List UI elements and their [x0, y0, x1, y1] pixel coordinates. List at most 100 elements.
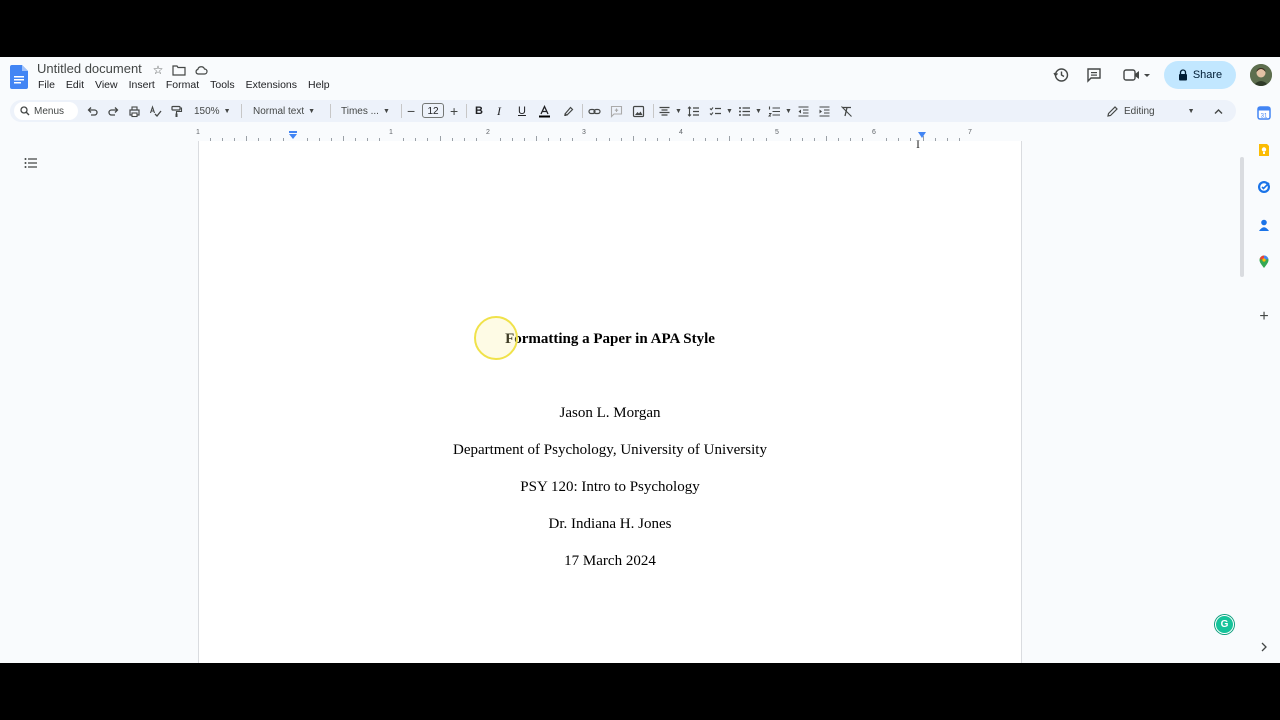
mouse-cursor-highlight: [474, 316, 518, 360]
bulleted-list-icon: [739, 106, 750, 116]
document-heading[interactable]: Formatting a Paper in APA Style: [199, 331, 1021, 348]
line-spacing-button[interactable]: [687, 103, 700, 119]
affiliation-line[interactable]: Department of Psychology, University of …: [199, 442, 1021, 459]
menu-help[interactable]: Help: [308, 79, 330, 91]
menu-tools[interactable]: Tools: [210, 79, 235, 91]
menu-extensions[interactable]: Extensions: [246, 79, 297, 91]
keep-icon[interactable]: [1257, 143, 1271, 157]
toolbar-divider: [241, 104, 242, 118]
cloud-saved-icon[interactable]: [194, 63, 208, 77]
horizontal-ruler[interactable]: 1 1 2 3 4 5 6 7: [196, 129, 1020, 141]
toolbar-divider: [582, 104, 583, 118]
align-caret-icon: ▼: [675, 107, 682, 115]
ruler-number: 6: [872, 129, 876, 136]
line-spacing-icon: [687, 105, 699, 117]
avatar-photo-icon: [1250, 64, 1272, 86]
text-color-icon: [539, 104, 550, 117]
meet-video-icon[interactable]: [1122, 66, 1152, 84]
editing-mode-select[interactable]: Editing ▼: [1106, 103, 1195, 119]
increase-indent-icon: [819, 105, 830, 117]
print-button[interactable]: [128, 103, 141, 119]
print-icon: [129, 105, 140, 117]
grammarly-icon[interactable]: G: [1215, 615, 1234, 634]
toolbar-divider: [653, 104, 654, 118]
google-docs-logo-icon[interactable]: [10, 65, 28, 89]
calendar-icon[interactable]: 31: [1257, 106, 1271, 120]
text-color-button[interactable]: [538, 103, 551, 119]
spellcheck-icon: [149, 104, 162, 117]
bulleted-list-caret-icon: ▼: [755, 107, 762, 115]
increase-indent-button[interactable]: [818, 103, 831, 119]
version-history-icon[interactable]: [1052, 66, 1070, 84]
tasks-icon[interactable]: [1257, 180, 1271, 194]
font-value: Times ...: [341, 105, 379, 117]
italic-button[interactable]: I: [497, 103, 501, 119]
numbered-list-button[interactable]: ▼: [768, 103, 792, 119]
increase-font-size-button[interactable]: +: [450, 103, 458, 119]
menu-edit[interactable]: Edit: [66, 79, 84, 91]
zoom-select[interactable]: 150% ▼: [194, 103, 231, 119]
share-button[interactable]: Share: [1164, 61, 1236, 89]
document-outline-icon[interactable]: [24, 156, 38, 170]
insert-link-button[interactable]: [588, 103, 601, 119]
menu-bar: File Edit View Insert Format Tools Exten…: [38, 79, 341, 91]
maps-icon[interactable]: [1257, 255, 1271, 269]
paint-format-button[interactable]: [170, 103, 183, 119]
add-addon-icon[interactable]: +: [1257, 309, 1271, 325]
bulleted-list-button[interactable]: ▼: [738, 103, 762, 119]
instructor-line[interactable]: Dr. Indiana H. Jones: [199, 516, 1021, 533]
style-select[interactable]: Normal text ▼: [253, 103, 315, 119]
decrease-indent-button[interactable]: [797, 103, 810, 119]
clear-formatting-button[interactable]: [840, 103, 853, 119]
decrease-font-size-button[interactable]: −: [407, 103, 415, 119]
numbered-list-icon: [768, 106, 780, 116]
undo-button[interactable]: [86, 103, 99, 119]
comments-icon[interactable]: [1085, 66, 1103, 84]
course-line[interactable]: PSY 120: Intro to Psychology: [199, 479, 1021, 496]
document-page[interactable]: Formatting a Paper in APA Style Jason L.…: [198, 141, 1022, 663]
ruler-number: 3: [582, 129, 586, 136]
hide-menus-button[interactable]: [1212, 103, 1225, 119]
underline-button[interactable]: U: [518, 103, 526, 119]
menu-view[interactable]: View: [95, 79, 118, 91]
paint-format-icon: [171, 105, 183, 117]
star-icon[interactable]: ☆: [151, 63, 165, 77]
spellcheck-button[interactable]: [149, 103, 162, 119]
text-cursor-icon: I: [916, 137, 920, 151]
insert-image-button[interactable]: [632, 103, 645, 119]
checklist-button[interactable]: ▼: [709, 103, 733, 119]
align-button[interactable]: ▼: [658, 103, 682, 119]
redo-button[interactable]: [107, 103, 120, 119]
redo-icon: [108, 106, 119, 116]
font-select[interactable]: Times ... ▼: [341, 103, 390, 119]
left-indent-marker-icon[interactable]: [288, 131, 298, 140]
font-caret-icon: ▼: [382, 107, 390, 115]
editing-mode-label: Editing: [1124, 105, 1155, 117]
toolbar-divider: [401, 104, 402, 118]
ruler-number: 5: [775, 129, 779, 136]
checklist-icon: [709, 106, 721, 116]
pencil-icon: [1107, 105, 1118, 117]
docs-app: Untitled document ☆ File Edit View Inser…: [0, 57, 1280, 663]
chevron-up-icon: [1214, 108, 1223, 114]
search-menus-button[interactable]: Menus: [14, 102, 78, 120]
author-line[interactable]: Jason L. Morgan: [199, 405, 1021, 422]
menu-insert[interactable]: Insert: [129, 79, 155, 91]
vertical-scrollbar[interactable]: [1240, 157, 1244, 277]
bold-button[interactable]: B: [475, 103, 483, 119]
zoom-value: 150%: [194, 105, 220, 117]
document-title[interactable]: Untitled document: [37, 61, 142, 76]
highlight-color-button[interactable]: [561, 103, 574, 119]
menu-file[interactable]: File: [38, 79, 55, 91]
checklist-caret-icon: ▼: [726, 107, 733, 115]
numbered-list-caret-icon: ▼: [785, 107, 792, 115]
menu-format[interactable]: Format: [166, 79, 199, 91]
avatar[interactable]: [1250, 64, 1272, 86]
add-comment-button[interactable]: [610, 103, 623, 119]
font-size-input[interactable]: 12: [422, 103, 444, 118]
chevron-right-icon[interactable]: [1257, 640, 1271, 654]
date-line[interactable]: 17 March 2024: [199, 553, 1021, 570]
toolbar-divider: [330, 104, 331, 118]
move-folder-icon[interactable]: [172, 63, 186, 77]
contacts-icon[interactable]: [1257, 218, 1271, 232]
